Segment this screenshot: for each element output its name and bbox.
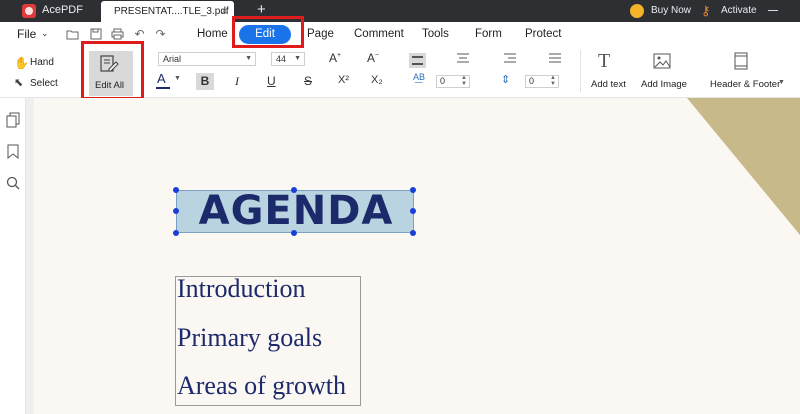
line-spacing-value: 0 — [529, 76, 535, 86]
chevron-down-icon: ▼ — [245, 55, 252, 62]
hand-tool[interactable]: Hand — [30, 57, 54, 68]
page-gutter — [26, 98, 34, 414]
superscript-button[interactable]: X² — [338, 74, 349, 86]
pages-icon[interactable] — [5, 112, 21, 128]
resize-handle[interactable] — [173, 187, 179, 193]
add-image-button[interactable]: Add Image — [641, 79, 687, 90]
file-menu[interactable]: File — [17, 27, 36, 41]
search-icon[interactable] — [5, 176, 21, 192]
list-item[interactable]: Areas of growth — [177, 371, 346, 401]
document-tab[interactable]: PRESENTAT....TLE_3.pdf × — [101, 1, 234, 22]
bookmark-icon[interactable] — [5, 144, 21, 160]
header-footer-icon[interactable] — [734, 52, 748, 75]
title-bar: AcePDF PRESENTAT....TLE_3.pdf × + Buy No… — [0, 0, 800, 22]
list-item[interactable]: Introduction — [177, 274, 306, 304]
add-image-icon[interactable] — [653, 53, 671, 74]
tab-comment[interactable]: Comment — [354, 28, 404, 40]
resize-handle[interactable] — [410, 187, 416, 193]
justify-icon[interactable] — [548, 52, 562, 67]
add-text-button[interactable]: Add text — [591, 79, 626, 90]
character-spacing-icon: A͟B — [413, 72, 426, 82]
character-spacing-input[interactable]: 0 ▲ ▼ — [436, 75, 470, 88]
tab-tools[interactable]: Tools — [422, 28, 449, 40]
underline-button[interactable]: U — [267, 74, 276, 88]
header-footer-button[interactable]: Header & Footer — [710, 79, 780, 90]
font-size-value: 44 — [276, 54, 287, 64]
character-spacing-value: 0 — [440, 76, 446, 86]
spin-arrows-icon[interactable]: ▲ ▼ — [550, 75, 556, 87]
resize-handle[interactable] — [173, 208, 179, 214]
redo-icon[interactable]: ↷ — [154, 28, 167, 40]
tab-page[interactable]: Page — [307, 28, 334, 40]
resize-handle[interactable] — [173, 230, 179, 236]
line-spacing-input[interactable]: 0 ▲ ▼ — [525, 75, 559, 88]
document-canvas[interactable]: AGENDA Introduction Primary goals Areas … — [34, 98, 800, 414]
line-spacing-icon: ⇕ — [501, 74, 511, 86]
font-size-select[interactable]: 44 ▼ — [271, 52, 305, 66]
activate-button[interactable]: Activate — [721, 5, 757, 16]
strikethrough-button[interactable]: S — [304, 74, 312, 88]
chevron-down-icon[interactable]: ▼ — [174, 75, 181, 82]
folder-icon[interactable] — [66, 28, 79, 40]
document-tab-label: PRESENTAT....TLE_3.pdf — [114, 6, 229, 17]
decorative-triangle — [687, 98, 800, 235]
font-color-button[interactable]: A — [157, 71, 166, 86]
buy-now-button[interactable]: Buy Now — [651, 5, 691, 16]
decrease-font-icon[interactable]: A− — [367, 51, 379, 65]
align-left-icon — [412, 56, 423, 65]
resize-handle[interactable] — [410, 208, 416, 214]
resize-handle[interactable] — [291, 187, 297, 193]
left-sidebar — [0, 98, 26, 414]
chevron-down-icon: ▼ — [294, 55, 301, 62]
tab-home[interactable]: Home — [197, 28, 228, 40]
add-text-icon[interactable]: T — [598, 50, 610, 73]
font-color-swatch — [156, 87, 170, 89]
increase-font-icon[interactable]: A+ — [329, 51, 341, 65]
save-icon[interactable] — [89, 28, 102, 40]
cursor-icon[interactable]: ⬉ — [14, 76, 23, 89]
bold-button[interactable]: B — [196, 73, 214, 90]
crown-icon[interactable] — [630, 4, 644, 18]
subscript-button[interactable]: X₂ — [371, 74, 383, 86]
agenda-heading[interactable]: AGENDA — [176, 188, 416, 234]
close-tab-icon[interactable]: × — [221, 4, 228, 18]
list-item[interactable]: Primary goals — [177, 323, 322, 353]
app-name: AcePDF — [42, 4, 83, 16]
resize-handle[interactable] — [291, 230, 297, 236]
align-center-icon[interactable] — [456, 52, 470, 67]
select-tool[interactable]: Select — [30, 78, 58, 89]
tab-protect[interactable]: Protect — [525, 28, 561, 40]
edit-tab-highlight — [232, 16, 304, 48]
tab-form[interactable]: Form — [475, 28, 502, 40]
ribbon-divider — [580, 50, 581, 92]
edit-all-highlight — [81, 41, 144, 100]
font-family-value: Arial — [163, 54, 182, 64]
acepdf-logo-icon — [22, 4, 36, 18]
italic-button[interactable]: I — [235, 74, 239, 89]
minimize-icon[interactable] — [768, 10, 778, 11]
hand-icon[interactable]: ✋ — [14, 56, 29, 70]
align-right-icon[interactable] — [503, 52, 517, 67]
chevron-down-icon[interactable]: ⌄ — [41, 28, 49, 39]
chevron-down-icon[interactable]: ▼ — [778, 79, 785, 86]
resize-handle[interactable] — [410, 230, 416, 236]
print-icon[interactable] — [111, 28, 124, 40]
key-icon[interactable]: ⚷ — [701, 3, 711, 19]
undo-icon[interactable]: ↶ — [133, 28, 146, 40]
spin-arrows-icon[interactable]: ▲ ▼ — [461, 75, 467, 87]
font-family-select[interactable]: Arial ▼ — [158, 52, 256, 66]
